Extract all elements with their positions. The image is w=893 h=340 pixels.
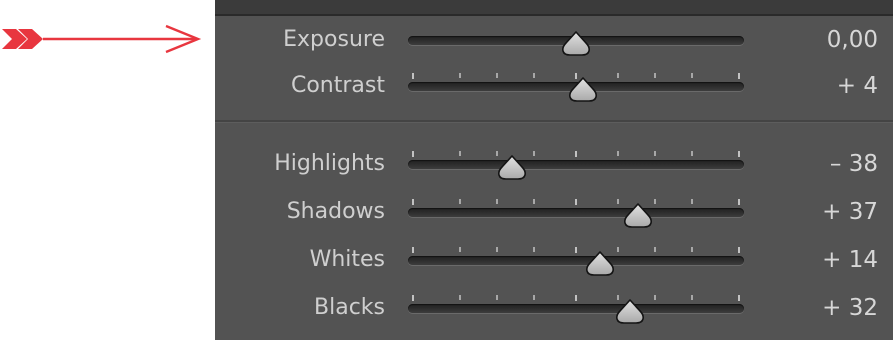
tone-adjustment-panel: Exposure 0,00 Contrast + 4 Highlights – 38 Sha… xyxy=(215,0,893,340)
blacks-slider-track[interactable] xyxy=(408,304,744,313)
slider-tick xyxy=(654,73,656,78)
shadows-value[interactable]: + 37 xyxy=(822,192,878,232)
slider-tick xyxy=(496,73,498,78)
exposure-value[interactable]: 0,00 xyxy=(827,20,878,60)
slider-row-blacks: Blacks + 32 xyxy=(215,288,893,328)
shadows-slider-track[interactable] xyxy=(408,208,744,217)
slider-tick xyxy=(533,151,535,156)
highlights-value[interactable]: – 38 xyxy=(830,144,878,184)
whites-slider[interactable] xyxy=(408,240,744,280)
slider-tick xyxy=(533,295,535,300)
slider-knob-icon[interactable] xyxy=(567,77,599,103)
slider-tick xyxy=(691,73,693,78)
shadows-slider[interactable] xyxy=(408,192,744,232)
slider-tick xyxy=(412,199,414,205)
contrast-slider[interactable] xyxy=(408,66,744,106)
slider-tick xyxy=(617,151,619,156)
slider-tick xyxy=(459,295,461,300)
slider-tick xyxy=(654,199,656,204)
contrast-label: Contrast xyxy=(290,73,385,98)
whites-value[interactable]: + 14 xyxy=(822,240,878,280)
slider-knob-icon[interactable] xyxy=(614,299,646,325)
slider-tick xyxy=(617,247,619,252)
slider-tick xyxy=(459,151,461,156)
whites-label: Whites xyxy=(309,247,385,272)
slider-tick xyxy=(691,295,693,300)
screenshot-stage: Exposure 0,00 Contrast + 4 Highlights – 38 Sha… xyxy=(0,0,893,340)
panel-header-bar xyxy=(215,0,893,16)
slider-tick xyxy=(738,247,740,253)
blacks-label: Blacks xyxy=(314,295,385,320)
slider-tick xyxy=(459,247,461,252)
slider-tick xyxy=(575,247,577,253)
blacks-value[interactable]: + 32 xyxy=(822,288,878,328)
slider-tick xyxy=(496,295,498,300)
shadows-slider-ticks xyxy=(408,199,744,205)
slider-tick xyxy=(533,73,535,78)
exposure-label: Exposure xyxy=(283,27,385,52)
slider-tick xyxy=(533,247,535,252)
contrast-value[interactable]: + 4 xyxy=(837,66,878,106)
slider-tick xyxy=(738,73,740,79)
highlights-label: Highlights xyxy=(274,151,385,176)
slider-tick xyxy=(654,247,656,252)
slider-tick xyxy=(691,151,693,156)
slider-tick xyxy=(738,151,740,157)
slider-tick xyxy=(575,199,577,205)
slider-tick xyxy=(459,73,461,78)
slider-tick xyxy=(617,199,619,204)
slider-row-contrast: Contrast + 4 xyxy=(215,66,893,106)
slider-row-highlights: Highlights – 38 xyxy=(215,144,893,184)
slider-tick xyxy=(412,247,414,253)
slider-row-whites: Whites + 14 xyxy=(215,240,893,280)
slider-knob-icon[interactable] xyxy=(584,251,616,277)
slider-tick xyxy=(617,73,619,78)
exposure-slider[interactable] xyxy=(408,20,744,60)
blacks-slider-ticks xyxy=(408,295,744,301)
slider-tick xyxy=(575,151,577,157)
slider-knob-icon[interactable] xyxy=(496,155,528,181)
slider-row-exposure: Exposure 0,00 xyxy=(215,20,893,60)
slider-row-shadows: Shadows + 37 xyxy=(215,192,893,232)
slider-tick xyxy=(575,295,577,301)
whites-slider-track[interactable] xyxy=(408,256,744,265)
blacks-slider[interactable] xyxy=(408,288,744,328)
slider-tick xyxy=(738,295,740,301)
shadows-label: Shadows xyxy=(286,199,385,224)
highlights-slider-track[interactable] xyxy=(408,160,744,169)
slider-tick xyxy=(412,73,414,79)
highlights-slider[interactable] xyxy=(408,144,744,184)
slider-knob-icon[interactable] xyxy=(622,203,654,229)
slider-tick xyxy=(459,199,461,204)
slider-tick xyxy=(412,151,414,157)
slider-tick xyxy=(691,199,693,204)
slider-tick xyxy=(654,295,656,300)
slider-tick xyxy=(496,199,498,204)
double-chevron-arrow-right-icon xyxy=(0,20,205,60)
slider-tick xyxy=(533,199,535,204)
slider-tick xyxy=(738,199,740,205)
section-divider xyxy=(215,120,893,123)
highlights-slider-ticks xyxy=(408,151,744,157)
slider-tick xyxy=(496,247,498,252)
slider-knob-icon[interactable] xyxy=(560,31,592,57)
slider-tick xyxy=(654,151,656,156)
whites-slider-ticks xyxy=(408,247,744,253)
slider-tick xyxy=(412,295,414,301)
slider-tick xyxy=(691,247,693,252)
